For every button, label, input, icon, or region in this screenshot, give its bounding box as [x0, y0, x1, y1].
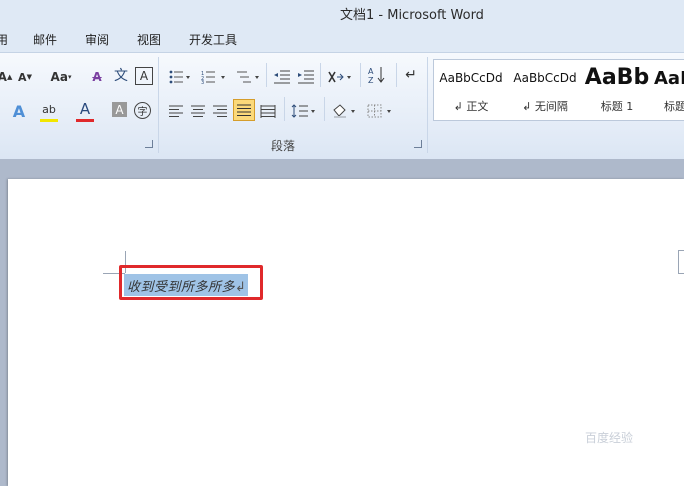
multilevel-list-button[interactable]	[234, 67, 262, 87]
paragraph-group-label: 段落	[271, 139, 296, 153]
ribbon: A ▲ A ▼ Aa ▾ A 文 A A ab A A 字 123 AZ ↵ 段…	[0, 52, 684, 160]
tab-references[interactable]: 用	[0, 31, 8, 48]
svg-text:3: 3	[201, 80, 204, 84]
group-separator	[427, 57, 428, 153]
shrink-font-button[interactable]: A ▼	[16, 67, 34, 87]
styles-gallery: AaBbCcDd ↲ 正文 AaBbCcDd ↲ 无间隔 AaBb 标题 1 A…	[433, 59, 684, 121]
grow-font-button[interactable]: A ▲	[0, 67, 12, 87]
paragraph-dialog-launcher[interactable]	[414, 140, 422, 148]
separator	[396, 63, 397, 87]
font-color-button[interactable]: A	[76, 99, 94, 119]
borders-button[interactable]	[366, 101, 394, 121]
chinese-layout-button[interactable]	[326, 67, 354, 87]
increase-indent-button[interactable]	[296, 67, 316, 87]
title-bar: 文档1 - Microsoft Word	[0, 0, 684, 24]
char-shading-button[interactable]: A	[112, 102, 127, 117]
tab-developer[interactable]: 开发工具	[189, 31, 237, 48]
clear-format-button[interactable]: A	[88, 67, 106, 87]
separator	[360, 63, 361, 87]
svg-text:A: A	[368, 67, 374, 76]
style-no-spacing[interactable]: AaBbCcDd ↲ 无间隔	[510, 63, 580, 117]
document-page[interactable]	[8, 179, 684, 486]
highlight-annotation-box	[119, 265, 263, 300]
separator	[266, 63, 267, 87]
char-border-button[interactable]: A	[135, 67, 153, 85]
align-left-button[interactable]	[166, 101, 186, 121]
group-separator	[158, 57, 159, 153]
change-case-button[interactable]: Aa ▾	[48, 67, 74, 87]
decrease-indent-button[interactable]	[272, 67, 292, 87]
bullets-button[interactable]	[168, 67, 192, 87]
page-edge-marker	[678, 250, 684, 274]
highlight-button[interactable]: ab	[40, 99, 58, 119]
svg-text:Z: Z	[368, 76, 374, 84]
document-area	[0, 159, 684, 486]
ribbon-tabs: 用 邮件 审阅 视图 开发工具	[0, 24, 684, 52]
phonetic-guide-button[interactable]: 文	[110, 65, 132, 85]
window-title: 文档1 - Microsoft Word	[340, 8, 484, 23]
sort-button[interactable]: AZ	[366, 65, 388, 85]
watermark: 百度经验	[585, 431, 634, 445]
align-center-button[interactable]	[188, 101, 208, 121]
distributed-button[interactable]	[258, 101, 278, 121]
align-right-button[interactable]	[210, 101, 230, 121]
show-marks-button[interactable]: ↵	[402, 65, 420, 85]
style-title[interactable]: AaB 标题	[654, 63, 684, 117]
style-normal[interactable]: AaBbCcDd ↲ 正文	[437, 63, 505, 117]
separator	[324, 97, 325, 121]
separator	[320, 63, 321, 87]
line-spacing-button[interactable]	[290, 101, 318, 121]
style-heading-1[interactable]: AaBb 标题 1	[584, 63, 650, 117]
font-dialog-launcher[interactable]	[145, 140, 153, 148]
tab-mailings[interactable]: 邮件	[33, 31, 57, 48]
text-effect-button[interactable]: A	[10, 101, 28, 121]
highlight-color-bar	[40, 119, 58, 122]
shading-button[interactable]	[330, 101, 358, 121]
font-color-bar	[76, 119, 94, 122]
numbering-button[interactable]: 123	[200, 67, 228, 87]
tab-review[interactable]: 审阅	[85, 31, 109, 48]
enclose-char-button[interactable]: 字	[134, 102, 151, 119]
tab-view[interactable]: 视图	[137, 31, 161, 48]
justify-button[interactable]	[233, 99, 255, 121]
separator	[284, 97, 285, 121]
